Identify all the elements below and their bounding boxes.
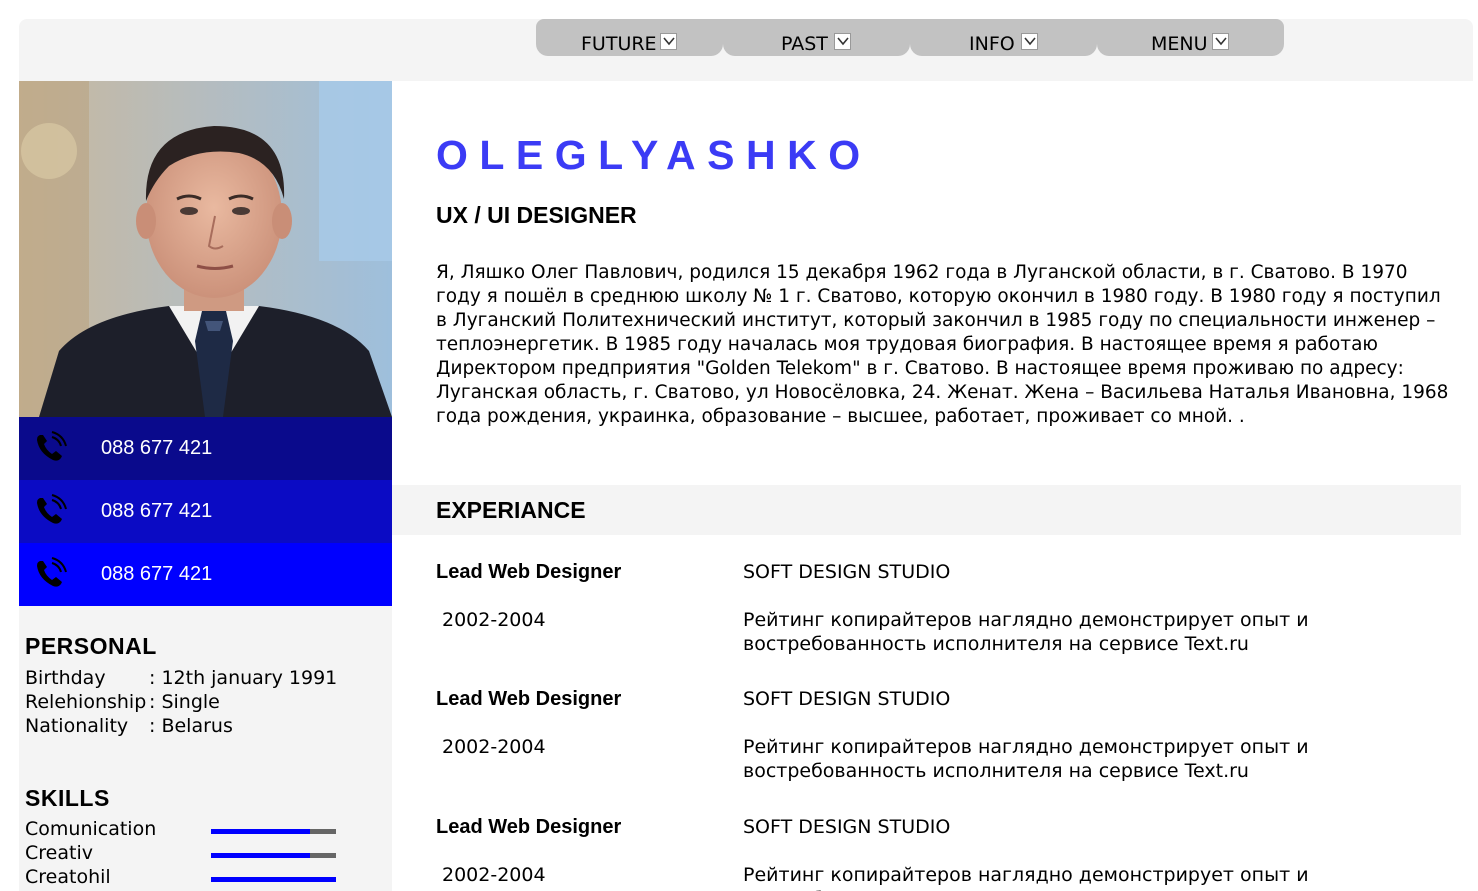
phone-ringing-icon: [33, 494, 67, 532]
skill-name: Creativ: [25, 842, 93, 864]
nav-tab-label: MENU: [1151, 33, 1208, 55]
skill-bar: [211, 877, 336, 882]
phone-number: 088 677 421: [101, 437, 213, 459]
bio-text: Я, Ляшко Олег Павлович, родился 15 декаб…: [436, 262, 1449, 427]
phone-row[interactable]: 088 677 421: [19, 480, 392, 543]
nav-tab-label: FUTURE: [581, 33, 657, 55]
job-years: 2002-2004: [442, 736, 546, 758]
job-description: Рейтинг копирайтеров наглядно демонстрир…: [743, 736, 1309, 782]
skill-bar-fill: [211, 877, 336, 882]
nav-tab-menu[interactable]: MENU: [1097, 19, 1284, 56]
job-company: SOFT DESIGN STUDIO: [743, 816, 951, 838]
main-nav: FUTURE PAST INFO MENU: [536, 19, 1284, 56]
skill-bar: [211, 829, 336, 834]
nav-tab-past[interactable]: PAST: [723, 19, 910, 56]
profile-photo: [19, 81, 392, 417]
personal-key: Relehionship: [25, 691, 147, 713]
job-title: Lead Web Designer: [436, 561, 622, 583]
nav-tab-label: INFO: [969, 33, 1015, 55]
phone-number: 088 677 421: [101, 563, 213, 585]
job-role: UX / UI DESIGNER: [436, 202, 637, 228]
personal-heading: PERSONAL: [25, 633, 157, 659]
skill-bar: [211, 853, 336, 858]
chevron-down-icon[interactable]: [660, 33, 677, 50]
skills-heading: SKILLS: [25, 785, 110, 811]
phone-row[interactable]: 088 677 421: [19, 417, 392, 480]
phone-row[interactable]: 088 677 421: [19, 543, 392, 606]
job-description: Рейтинг копирайтеров наглядно демонстрир…: [743, 609, 1309, 655]
job-description: Рейтинг копирайтеров наглядно демонстрир…: [743, 864, 1309, 891]
nav-tab-future[interactable]: FUTURE: [536, 19, 723, 56]
job-company: SOFT DESIGN STUDIO: [743, 561, 951, 583]
phone-ringing-icon: [33, 431, 67, 469]
phone-number: 088 677 421: [101, 500, 213, 522]
personal-value: : Single: [149, 691, 220, 713]
job-title: Lead Web Designer: [436, 816, 622, 838]
chevron-down-icon[interactable]: [1212, 33, 1229, 50]
experience-header: EXPERIANCE: [392, 485, 1461, 535]
job-years: 2002-2004: [442, 609, 546, 631]
skill-bar-fill: [211, 829, 310, 834]
sidebar: 088 677 421 088 677 421 088 677 421 PERS…: [19, 81, 392, 891]
phone-ringing-icon: [33, 557, 67, 595]
personal-value: : 12th january 1991: [149, 667, 338, 689]
skill-name: Creatohil: [25, 866, 111, 888]
skill-name: Comunication: [25, 818, 157, 840]
nav-tab-info[interactable]: INFO: [910, 19, 1097, 56]
personal-key: Nationality: [25, 715, 129, 737]
nav-tab-label: PAST: [781, 33, 828, 55]
skill-bar-fill: [211, 853, 310, 858]
personal-key: Birthday: [25, 667, 106, 689]
chevron-down-icon[interactable]: [1021, 33, 1038, 50]
person-name: OLEGLYASHKO: [436, 132, 872, 178]
chevron-down-icon[interactable]: [834, 33, 851, 50]
job-company: SOFT DESIGN STUDIO: [743, 688, 951, 710]
job-years: 2002-2004: [442, 864, 546, 886]
personal-value: : Belarus: [149, 715, 233, 737]
job-title: Lead Web Designer: [436, 688, 622, 710]
experience-heading: EXPERIANCE: [436, 497, 586, 523]
